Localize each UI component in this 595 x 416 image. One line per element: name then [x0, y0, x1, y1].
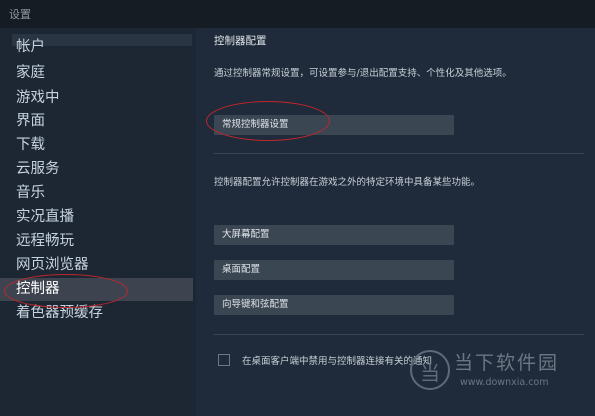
section-title: 控制器配置 [214, 35, 267, 47]
sidebar-item-broadcasting[interactable]: 实况直播 [0, 206, 193, 229]
watermark-name: 当下软件园 [454, 352, 560, 374]
sidebar-item-remote-play[interactable]: 远程畅玩 [0, 230, 193, 253]
sidebar-item-cloud[interactable]: 云服务 [0, 158, 193, 181]
big-picture-config-button[interactable]: 大屏幕配置 [214, 225, 454, 245]
sidebar-item-controller[interactable]: 控制器 [0, 278, 193, 301]
general-settings-description: 通过控制器常规设置，可设置参与/退出配置支持、个性化及其他选项。 [214, 68, 512, 79]
watermark-url: www.downxia.com [460, 377, 549, 388]
divider [214, 153, 584, 154]
guide-button-chord-config-button[interactable]: 向导键和弦配置 [214, 295, 454, 315]
sidebar-item-downloads[interactable]: 下载 [0, 134, 193, 157]
desktop-config-button[interactable]: 桌面配置 [214, 260, 454, 280]
window-title: 设置 [9, 8, 31, 21]
disable-notifications-checkbox[interactable] [218, 354, 230, 366]
sidebar-item-in-game[interactable]: 游戏中 [0, 87, 193, 110]
disable-notifications-label: 在桌面客户端中禁用与控制器连接有关的通知 [242, 356, 433, 367]
general-controller-settings-button[interactable]: 常规控制器设置 [214, 115, 454, 135]
sidebar-item-web-browser[interactable]: 网页浏览器 [0, 254, 193, 277]
sidebar-item-music[interactable]: 音乐 [0, 182, 193, 205]
watermark: 当 当下软件园 www.downxia.com [410, 348, 585, 400]
divider [214, 334, 584, 335]
sidebar-item-account[interactable]: 帐户 [0, 36, 193, 59]
title-bar: 设置 [0, 0, 595, 28]
settings-sidebar: 帐户 家庭 游戏中 界面 下载 云服务 音乐 实况直播 远程畅玩 网页浏览器 控… [0, 28, 195, 416]
sidebar-item-shader-cache[interactable]: 着色器预缓存 [0, 302, 193, 325]
sidebar-item-family[interactable]: 家庭 [0, 62, 193, 85]
controller-config-description: 控制器配置允许控制器在游戏之外的特定环境中具备某些功能。 [214, 177, 481, 188]
watermark-logo-icon: 当 [410, 350, 450, 390]
sidebar-item-interface[interactable]: 界面 [0, 110, 193, 133]
